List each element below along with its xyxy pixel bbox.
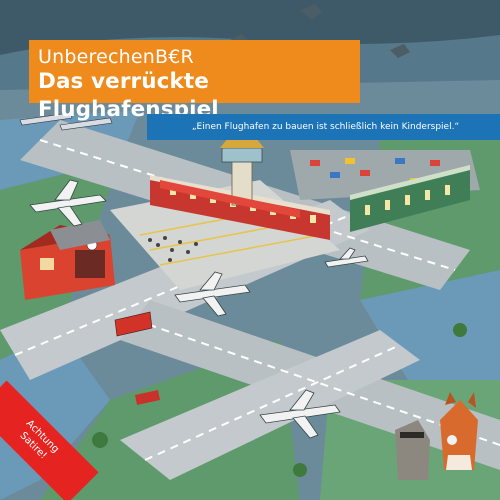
series-title: UnberechenB€R: [38, 46, 194, 68]
fox-icon: [440, 392, 478, 470]
game-cover: UnberechenB€R Das verrückte Flughafenspi…: [0, 0, 500, 500]
tagline-quote: „Einen Flughafen zu bauen ist schließlic…: [147, 114, 500, 140]
title-banner: UnberechenB€R Das verrückte Flughafenspi…: [29, 40, 360, 122]
